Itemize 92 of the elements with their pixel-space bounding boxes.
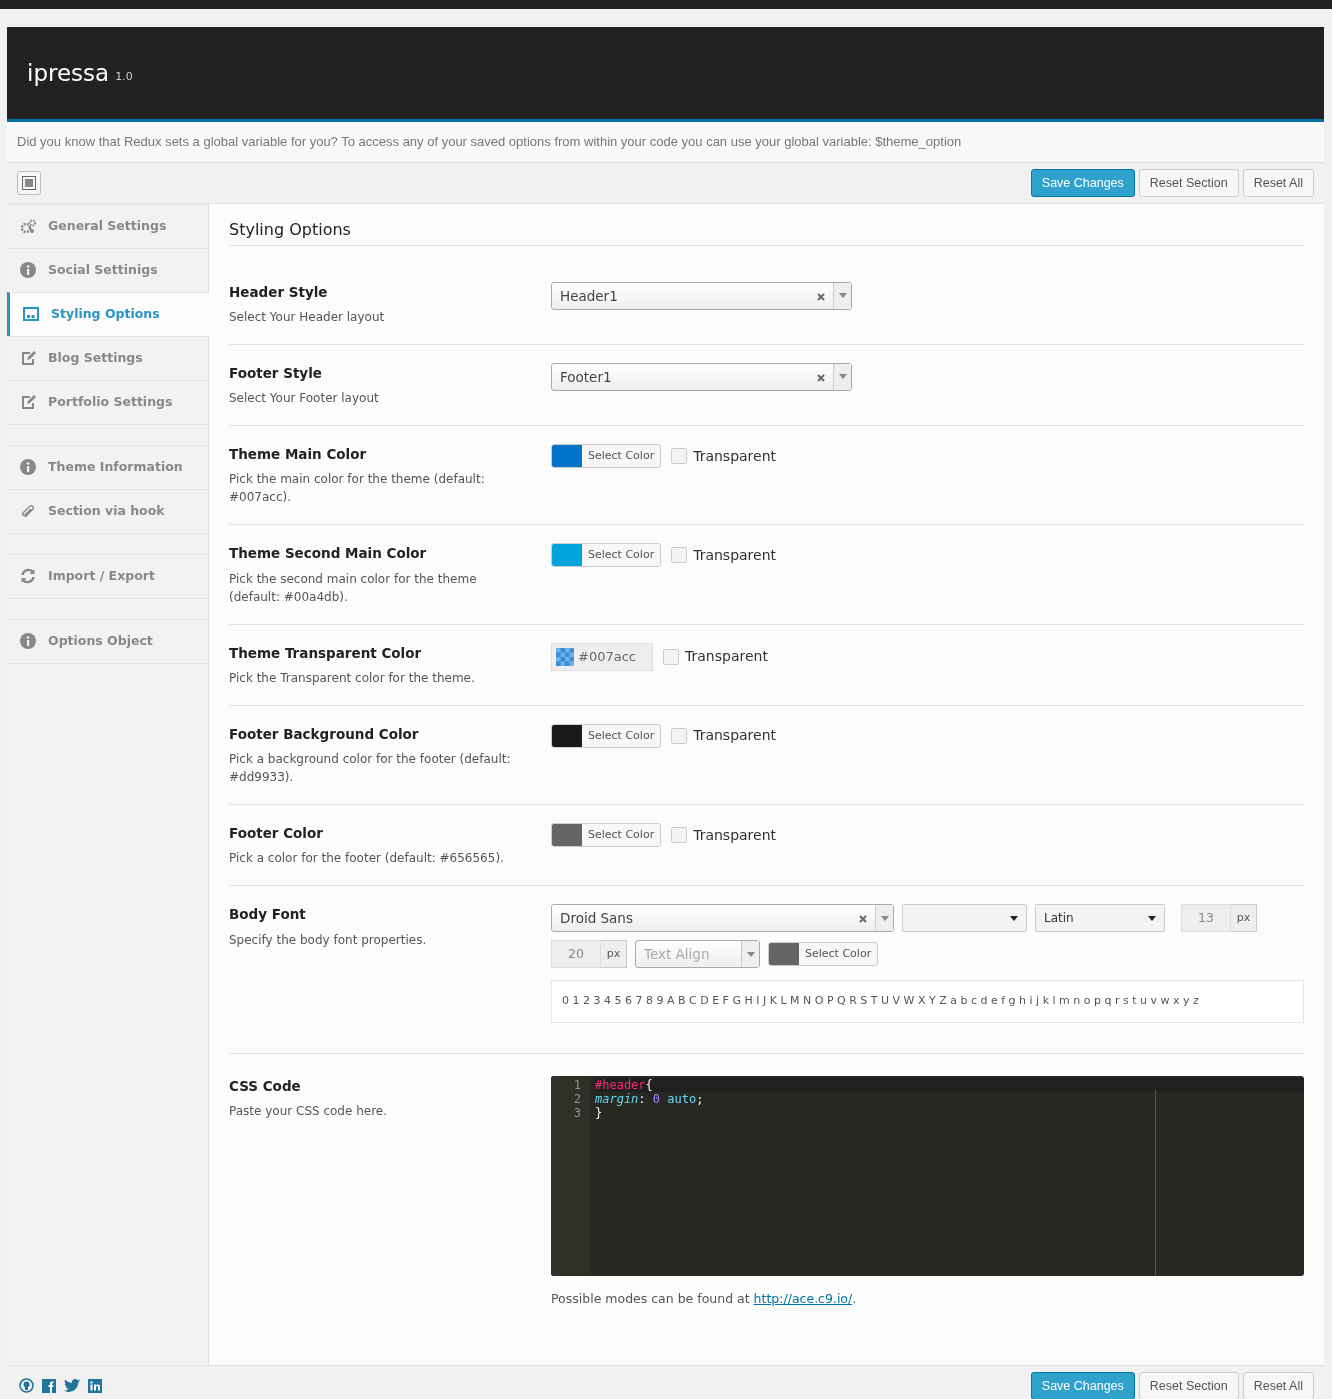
clear-icon[interactable] — [817, 292, 825, 301]
field-title: Footer Background Color — [229, 724, 420, 744]
version-label: 1.0 — [115, 68, 133, 85]
caret-icon — [838, 374, 847, 380]
save-button[interactable]: Save Changes — [1030, 168, 1135, 197]
edit-icon — [20, 394, 36, 410]
field-title: Footer Style — [229, 363, 323, 383]
save-button[interactable]: Save Changes — [1030, 1371, 1135, 1399]
sidebar-item[interactable]: Blog Settings — [7, 335, 208, 380]
field-title: Header Style — [229, 282, 329, 302]
field-description: Pick the Transparent color for the theme. — [229, 669, 476, 687]
layout-icon — [21, 174, 37, 191]
reset-button[interactable]: Reset All — [1242, 168, 1314, 197]
select-field[interactable]: Footer1 — [551, 362, 852, 391]
field-title: Theme Transparent Color — [229, 643, 423, 663]
sidebar-item[interactable]: Theme Information — [7, 444, 208, 489]
section-title: Styling Options — [229, 203, 1304, 246]
color-picker-button[interactable]: Select Color — [551, 823, 662, 848]
unit-label: px — [601, 940, 627, 969]
checkbox[interactable] — [671, 448, 688, 465]
line-height-field[interactable]: 20 — [551, 940, 601, 969]
code-line: } — [595, 1105, 603, 1120]
field-title: Body Font — [229, 905, 307, 925]
checker-swatch-icon — [556, 647, 574, 666]
app-title: ipressa — [27, 58, 110, 88]
field-description: Pick the second main color for the theme (default: #00a4db). — [229, 570, 478, 606]
link[interactable]: http://ace.c9.io/ — [753, 1290, 853, 1306]
checkbox-label: Transparent — [693, 726, 777, 746]
sidebar-item[interactable]: Portfolio Settings — [7, 379, 208, 424]
line-number: 2 — [572, 1091, 581, 1106]
gears-icon — [20, 218, 36, 234]
font-preview: 0 1 2 3 4 5 6 7 8 9 A B C D E F G H I J K L M N O P Q R S T U V W X Y Z a b c d e f g h i j k l m n o p q r s t u v w x y z — [551, 980, 1304, 1023]
caret-icon — [880, 915, 889, 921]
checkbox-label: Transparent — [685, 647, 768, 667]
help-text: Possible modes can be found at http://ace.c9.io/. — [551, 1289, 858, 1308]
script-select[interactable]: Latin — [1035, 904, 1165, 933]
font-size-field[interactable]: 13 — [1181, 904, 1231, 933]
color-picker-button[interactable]: Select Color — [768, 942, 879, 967]
checkbox[interactable] — [671, 827, 688, 844]
caret-icon — [1148, 916, 1156, 922]
line-number: 3 — [572, 1105, 581, 1120]
checkbox[interactable] — [671, 727, 688, 744]
edit-icon — [20, 350, 36, 366]
linkedin-icon[interactable] — [88, 1378, 102, 1393]
field-description: Paste your CSS code here. — [229, 1103, 389, 1121]
layout-icon — [23, 306, 39, 322]
sidebar-item[interactable]: General Settings — [7, 203, 208, 248]
sidebar-item[interactable]: Social Settinigs — [7, 247, 208, 292]
caret-icon — [838, 293, 847, 299]
sidebar-item[interactable]: Styling Options — [7, 291, 209, 336]
sidebar-item[interactable]: Section via hook — [7, 488, 208, 533]
refresh-icon — [20, 568, 36, 584]
color-picker-button[interactable]: Select Color — [551, 543, 662, 568]
field-title: Theme Second Main Color — [229, 544, 428, 564]
reset-button[interactable]: Reset Section — [1138, 1371, 1239, 1399]
field-title: Theme Main Color — [229, 445, 368, 465]
caret-icon — [1010, 916, 1018, 922]
unit-label: px — [1231, 904, 1257, 933]
expand-button[interactable] — [17, 170, 41, 195]
field-title: CSS Code — [229, 1076, 302, 1096]
clear-icon[interactable] — [817, 373, 825, 382]
checkbox-label: Transparent — [693, 545, 777, 565]
info-icon — [20, 633, 36, 649]
code-line: margin: 0 auto; — [595, 1091, 705, 1106]
code-editor[interactable]: 1 2 3 #header{ margin: 0 auto; } — [551, 1075, 1304, 1276]
field-description: Pick a color for the footer (default: #656565). — [229, 850, 505, 868]
twitter-icon[interactable] — [64, 1379, 80, 1392]
sidebar-item[interactable]: Import / Export — [7, 553, 208, 598]
field-description: Specify the body font properties. — [229, 931, 428, 949]
info-icon — [20, 459, 36, 475]
caret-icon — [746, 951, 755, 957]
circle-logo-icon[interactable] — [19, 1378, 34, 1393]
select-field[interactable]: Droid Sans — [551, 904, 894, 933]
field-description: Pick the main color for the theme (default: #007acc). — [229, 471, 486, 507]
facebook-icon[interactable] — [42, 1378, 56, 1393]
paperclip-icon — [20, 503, 36, 519]
sidebar-item[interactable]: Options Object — [7, 618, 208, 663]
checkbox-label: Transparent — [693, 446, 777, 466]
clear-icon[interactable] — [859, 915, 867, 924]
field-description: Select Your Header layout — [229, 308, 386, 326]
select-field[interactable]: Header1 — [551, 281, 852, 310]
field-description: Pick a background color for the footer (default: #dd9933). — [229, 751, 512, 787]
reset-button[interactable]: Reset Section — [1138, 168, 1239, 197]
info-icon — [20, 262, 36, 278]
checkbox[interactable] — [671, 547, 688, 564]
line-number: 1 — [572, 1077, 581, 1092]
color-picker-button[interactable]: Select Color — [551, 444, 662, 469]
checkbox-label: Transparent — [693, 825, 777, 845]
color-picker-button[interactable]: Select Color — [551, 723, 662, 748]
reset-button[interactable]: Reset All — [1242, 1371, 1314, 1399]
field-description: Select Your Footer layout — [229, 390, 380, 408]
field-title: Footer Color — [229, 824, 324, 844]
